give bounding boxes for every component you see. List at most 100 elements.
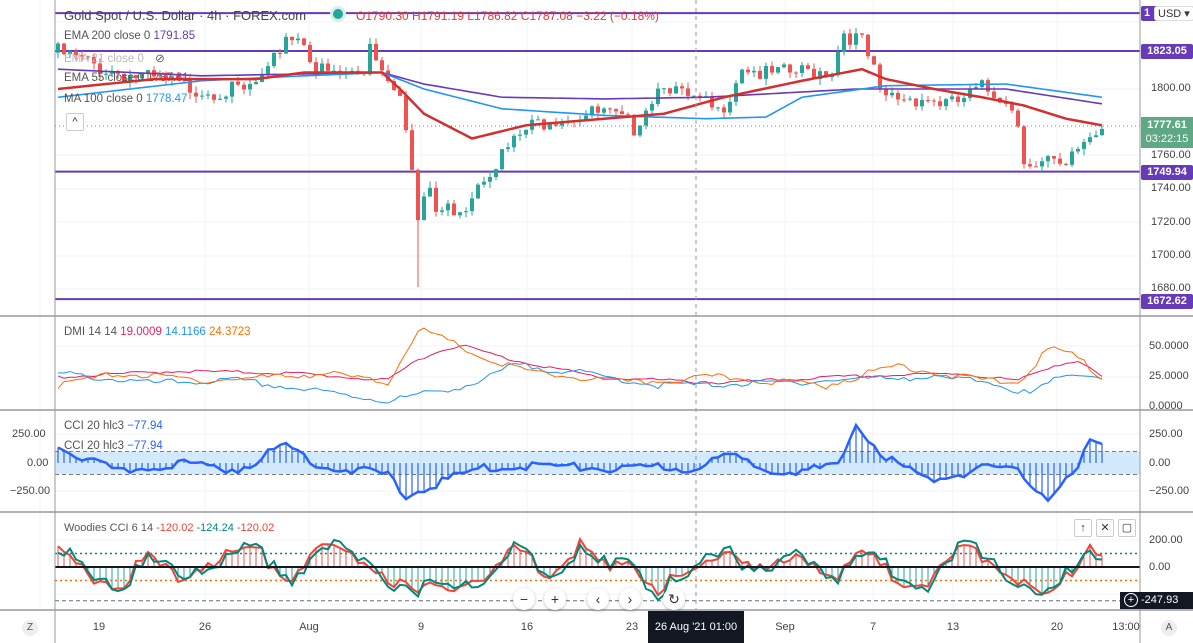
candle-body [518,134,522,136]
candle-body [272,52,276,67]
candle-body [602,108,606,113]
level-label: 1672.62 [1141,294,1193,309]
candle-body [326,63,330,71]
candle-body [248,84,252,90]
candle-body [902,99,906,101]
candle-body [890,92,894,96]
legend-label: MA 100 close 0 [64,93,143,105]
candle-body [446,203,450,211]
legend-value: 19.0009 [120,326,162,338]
dmi-tick: 0.0000 [1149,400,1183,412]
candle-body [500,149,504,170]
dmi-tick: 25.0000 [1149,370,1189,382]
level-label: 1823.05 [1141,44,1193,59]
candle-body [686,88,690,96]
candle-body [512,135,516,148]
currency-select[interactable]: USD ▾ [1154,6,1193,21]
candle-body [206,94,210,96]
legend-dmi[interactable]: DMI 14 14 19.0009 14.1166 24.3723 [64,326,251,338]
collapse-legend-button[interactable]: ^ [66,113,84,131]
time-label: 13:00 [1112,621,1140,633]
legend-value: 1778.47 [145,93,188,105]
candle-body [482,181,486,185]
legend-value: −77.94 [127,420,163,432]
crosshair-time-label: 26 Aug '21 01:00 [648,611,744,643]
close-pane-button[interactable]: ✕ [1096,519,1114,537]
candle-body [674,86,678,94]
cursor-value-label: + -247.93 [1120,592,1193,609]
legend-label: DMI 14 14 [64,326,118,338]
candle-body [806,65,810,69]
legend-woodies[interactable]: Woodies CCI 6 14 -120.02 -124.24 -120.02 [64,522,274,534]
candle-body [644,110,648,126]
candle-body [1088,137,1092,143]
legend-label: CCI 20 hlc3 [64,420,125,432]
symbol-title: Gold Spot / U.S. Dollar · 4h · FOREX.com [64,8,307,23]
candle-body [740,69,744,84]
candle-body [956,96,960,103]
candle-body [494,169,498,177]
auto-scale-button[interactable]: A [1161,620,1177,636]
reset-chart-button[interactable]: ↻ [663,588,685,610]
legend-value: -124.24 [196,522,234,534]
candle-body [1064,163,1068,165]
candle-body [422,196,426,221]
legend-ema55[interactable]: EMA 55 close 0 1787.61 [64,72,189,84]
candle-body [380,60,384,71]
candle-body [470,198,474,212]
candle-body [794,72,798,74]
scroll-right-button[interactable]: › [619,588,641,610]
legend-ema21[interactable]: EMA 21 close 0 ⊘ [64,51,165,65]
legend-cci-1[interactable]: CCI 20 hlc3 −77.94 [64,420,163,432]
legend-ma100[interactable]: MA 100 close 0 1778.47 [64,93,187,105]
candle-body [1046,156,1050,162]
move-pane-up-button[interactable]: ↑ [1074,519,1092,537]
legend-ema200[interactable]: EMA 200 close 0 1791.85 [64,30,195,42]
time-label: 20 [1050,621,1064,633]
price-tick: 1680.00 [1151,282,1191,294]
cci-tick: 250.00 [1149,428,1183,440]
candle-body [302,38,306,45]
candle-body [944,99,948,107]
scroll-left-button[interactable]: ‹ [587,588,609,610]
candle-body [716,107,720,109]
candle-body [992,91,996,98]
bar-countdown: 03:22:15 [1145,133,1189,145]
legend-value: -120.02 [236,522,275,534]
candle-body [884,89,888,96]
price-tick: 1760.00 [1151,149,1191,161]
cci-left-tick: 250.00 [12,428,46,440]
dmi-pane [57,327,1103,404]
candle-body [452,203,456,216]
candle-body [416,169,420,221]
candle-body [656,88,660,104]
maximize-pane-button[interactable]: ▢ [1118,519,1136,537]
candle-body [434,187,438,212]
add-plus-icon[interactable]: + [1124,593,1138,607]
ohlc-values: O1790.30 H1791.19 L1786.82 C1787.08 −3.2… [356,9,659,23]
legend-label: EMA 55 close 0 [64,72,144,84]
dmi-tick: 50.0000 [1149,340,1189,352]
candle-body [860,33,864,35]
candle-body [554,124,558,126]
zoom-out-button[interactable]: − [513,588,535,610]
candle-body [746,69,750,73]
legend-cci-2[interactable]: CCI 20 hlc3 −77.94 [64,440,163,452]
candle-body [926,99,930,101]
zoom-in-button[interactable]: + [544,588,566,610]
candle-body [1010,103,1014,111]
price-tick: 1740.00 [1151,182,1191,194]
candle-body [692,95,696,97]
legend-label: Woodies CCI 6 14 [64,522,154,534]
candle-body [200,95,204,97]
time-label: 7 [869,621,877,633]
timezone-button[interactable]: Z [22,620,38,636]
legend-value: 24.3723 [208,326,251,338]
candle-body [836,52,840,75]
candle-body [488,176,492,182]
candle-body [224,96,228,99]
candle-body [776,67,780,73]
candle-body [614,109,618,112]
candle-body [1082,142,1086,149]
hidden-eye-icon[interactable]: ⊘ [155,53,165,65]
